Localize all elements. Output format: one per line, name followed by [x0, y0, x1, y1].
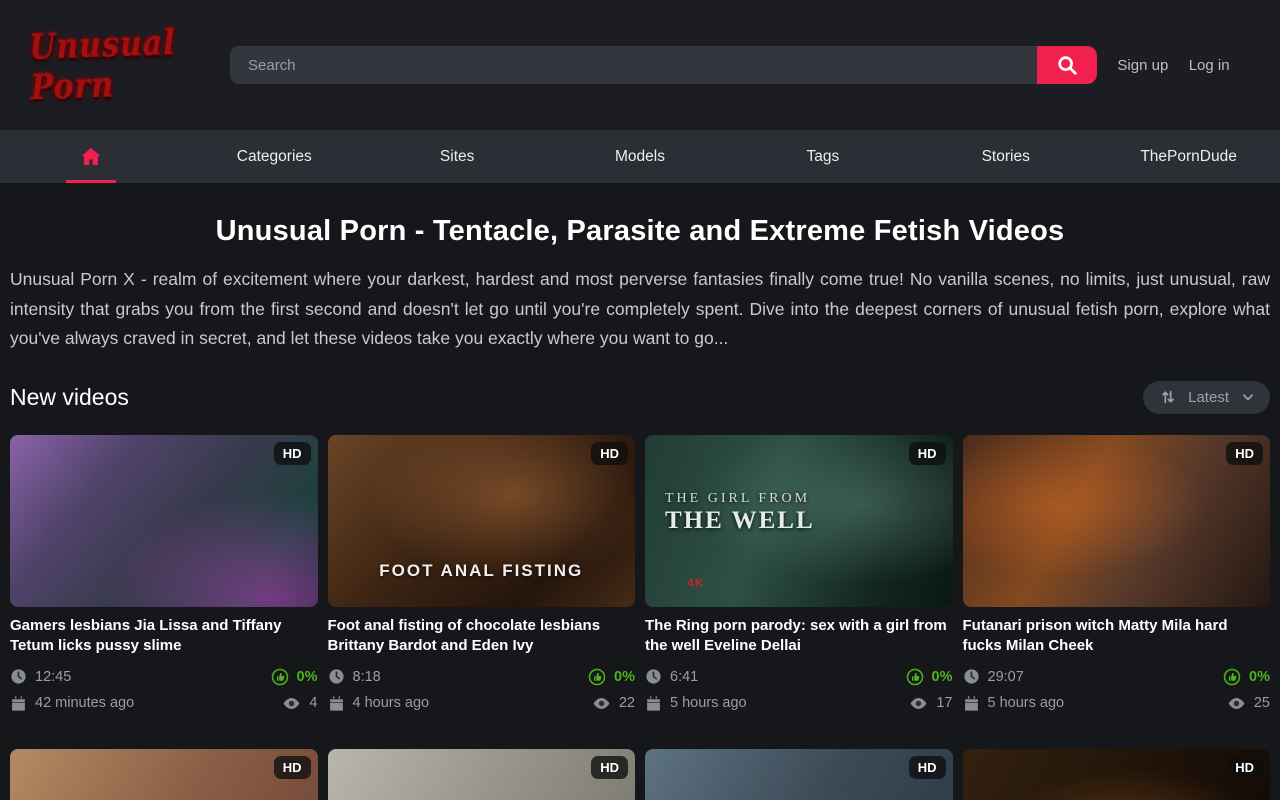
- video-duration: 12:45: [35, 669, 71, 685]
- site-header: Unusual Porn Sign up Log in: [0, 0, 1280, 130]
- video-card[interactable]: HD Gamers lesbians Jia Lissa and Tiffany…: [10, 435, 318, 713]
- video-meta: 8:18 0% 4 hours ago: [328, 668, 636, 713]
- hd-badge: HD: [274, 756, 311, 779]
- video-meta: 12:45 0% 42 minutes ago: [10, 668, 318, 713]
- video-title[interactable]: Foot anal fisting of chocolate lesbians …: [328, 616, 636, 656]
- clock-icon: [10, 668, 27, 685]
- eye-icon: [282, 694, 301, 713]
- video-thumbnail[interactable]: HD: [645, 749, 953, 800]
- video-thumbnail[interactable]: HD FOOT ANAL FISTING: [328, 435, 636, 607]
- video-views: 22: [619, 695, 635, 711]
- video-views: 25: [1254, 695, 1270, 711]
- video-rating: 0%: [297, 669, 318, 685]
- search-input[interactable]: [230, 46, 1037, 84]
- video-rating: 0%: [1249, 669, 1270, 685]
- nav-item-sites[interactable]: Sites: [366, 130, 549, 183]
- video-grid: HD Gamers lesbians Jia Lissa and Tiffany…: [10, 435, 1270, 800]
- main-nav: Categories Sites Models Tags Stories The…: [0, 130, 1280, 183]
- hd-badge: HD: [591, 756, 628, 779]
- sort-label: Latest: [1188, 389, 1229, 406]
- nav-item-home[interactable]: [0, 130, 183, 183]
- calendar-icon: [645, 695, 662, 712]
- thumbs-up-icon: [588, 668, 606, 686]
- video-title[interactable]: Futanari prison witch Matty Mila hard fu…: [963, 616, 1271, 656]
- search-button[interactable]: [1037, 46, 1097, 84]
- video-card[interactable]: HD: [645, 749, 953, 800]
- clock-icon: [645, 668, 662, 685]
- home-icon: [79, 145, 103, 169]
- calendar-icon: [963, 695, 980, 712]
- clock-icon: [963, 668, 980, 685]
- video-duration: 29:07: [988, 669, 1024, 685]
- calendar-icon: [328, 695, 345, 712]
- video-meta: 6:41 0% 5 hours ago: [645, 668, 953, 713]
- hd-badge: HD: [909, 442, 946, 465]
- page-title: Unusual Porn - Tentacle, Parasite and Ex…: [0, 215, 1280, 248]
- login-link[interactable]: Log in: [1189, 57, 1230, 74]
- eye-icon: [909, 694, 928, 713]
- thumbs-up-icon: [271, 668, 289, 686]
- hd-badge: HD: [274, 442, 311, 465]
- page-description: Unusual Porn X - realm of excitement whe…: [10, 265, 1270, 354]
- thumbnail-poster-title: THE GIRL FROM THE WELL: [665, 491, 815, 535]
- search-icon: [1056, 54, 1078, 76]
- video-card[interactable]: HD: [10, 749, 318, 800]
- video-title[interactable]: The Ring porn parody: sex with a girl fr…: [645, 616, 953, 656]
- nav-item-tags[interactable]: Tags: [731, 130, 914, 183]
- video-age: 42 minutes ago: [35, 695, 134, 711]
- clock-icon: [328, 668, 345, 685]
- video-age: 4 hours ago: [353, 695, 430, 711]
- video-card[interactable]: HD: [963, 749, 1271, 800]
- video-age: 5 hours ago: [670, 695, 747, 711]
- video-thumbnail[interactable]: HD: [10, 435, 318, 607]
- hd-badge: HD: [591, 442, 628, 465]
- video-age: 5 hours ago: [988, 695, 1065, 711]
- video-duration: 8:18: [353, 669, 381, 685]
- video-thumbnail[interactable]: HD THE GIRL FROM THE WELL 4K: [645, 435, 953, 607]
- hd-badge: HD: [1226, 756, 1263, 779]
- video-views: 4: [309, 695, 317, 711]
- chevron-down-icon: [1241, 390, 1255, 404]
- video-thumbnail[interactable]: HD: [963, 435, 1271, 607]
- thumbs-up-icon: [906, 668, 924, 686]
- section-title: New videos: [10, 384, 129, 411]
- video-thumbnail[interactable]: HD: [963, 749, 1271, 800]
- thumbnail-quality-label: 4K: [687, 576, 704, 590]
- video-meta: 29:07 0% 5 hours ago: [963, 668, 1271, 713]
- thumbs-up-icon: [1223, 668, 1241, 686]
- hd-badge: HD: [909, 756, 946, 779]
- video-rating: 0%: [932, 669, 953, 685]
- auth-links: Sign up Log in: [1097, 57, 1250, 74]
- video-title[interactable]: Gamers lesbians Jia Lissa and Tiffany Te…: [10, 616, 318, 656]
- section-head: New videos Latest: [10, 381, 1270, 414]
- video-card[interactable]: HD FOOT ANAL FISTING Foot anal fisting o…: [328, 435, 636, 713]
- calendar-icon: [10, 695, 27, 712]
- site-logo[interactable]: Unusual Porn: [30, 30, 215, 100]
- hd-badge: HD: [1226, 442, 1263, 465]
- sort-dropdown[interactable]: Latest: [1143, 381, 1270, 414]
- nav-item-stories[interactable]: Stories: [914, 130, 1097, 183]
- video-thumbnail[interactable]: HD: [10, 749, 318, 800]
- nav-item-categories[interactable]: Categories: [183, 130, 366, 183]
- eye-icon: [592, 694, 611, 713]
- signup-link[interactable]: Sign up: [1117, 57, 1168, 74]
- video-card[interactable]: HD THE GIRL FROM THE WELL 4K The Ring po…: [645, 435, 953, 713]
- video-duration: 6:41: [670, 669, 698, 685]
- nav-item-models[interactable]: Models: [549, 130, 732, 183]
- video-views: 17: [936, 695, 952, 711]
- sort-icon: [1160, 389, 1176, 405]
- video-thumbnail[interactable]: HD: [328, 749, 636, 800]
- eye-icon: [1227, 694, 1246, 713]
- video-rating: 0%: [614, 669, 635, 685]
- video-card[interactable]: HD Futanari prison witch Matty Mila hard…: [963, 435, 1271, 713]
- search-bar: [230, 46, 1097, 84]
- site-logo-text: Unusual Porn: [29, 22, 217, 109]
- nav-item-theporndude[interactable]: ThePornDude: [1097, 130, 1280, 183]
- thumbnail-caption: FOOT ANAL FISTING: [328, 561, 636, 581]
- video-card[interactable]: HD: [328, 749, 636, 800]
